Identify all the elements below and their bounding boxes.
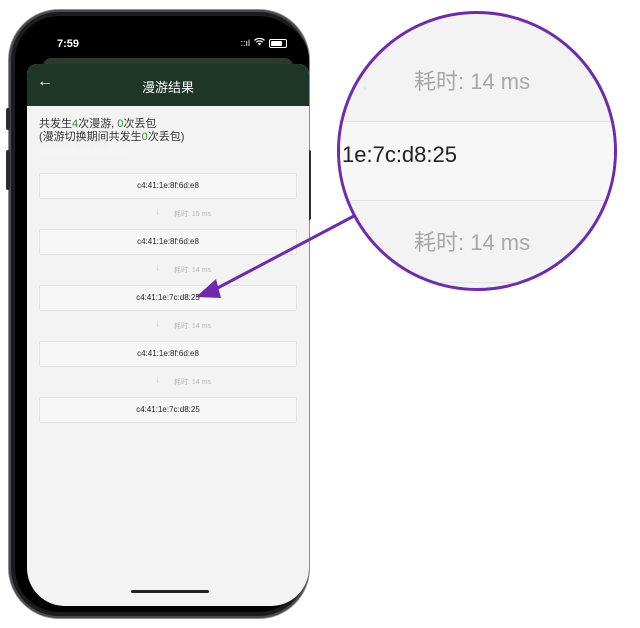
status-icons: ::ıl xyxy=(240,37,287,48)
ap-step: c4:41:1e:8f:6d:e8 xyxy=(39,229,297,255)
app-view: ← 漫游结果 共发生4次漫游, 0次丢包 (漫游切换期间共发生0次丢包) 202… xyxy=(27,64,309,606)
ap-step: c4:41:1e:7c:d8:25 xyxy=(39,397,297,423)
step-transition: ↓ 耗时: 15 ms xyxy=(27,199,309,229)
phone-volume-up xyxy=(6,108,10,130)
down-arrow-icon: ↓ xyxy=(155,373,161,385)
summary-prefix: 共发生 xyxy=(39,118,72,130)
roam-suffix: 次漫游, xyxy=(78,118,115,130)
step-transition: ↓ 耗时: 14 ms xyxy=(27,367,309,397)
page-title: 漫游结果 xyxy=(141,80,194,95)
magnifier-callout: ↓ 耗时: 14 ms 1e:7c:d8:25 ↓ 耗时: 14 ms xyxy=(337,11,617,291)
transition-time: 耗时: 15 ms xyxy=(174,211,211,218)
step-transition: ↓ 耗时: 14 ms xyxy=(27,311,309,341)
step-transition: ↓ 耗时: 14 ms xyxy=(27,255,309,285)
faded-arrow-icon: ↓ xyxy=(360,72,370,94)
battery-icon xyxy=(269,38,287,48)
phone-volume-down xyxy=(6,150,10,190)
divider xyxy=(340,282,614,283)
summary-line-1: 共发生4次漫游, 0次丢包 xyxy=(39,118,297,131)
ap-step: c4:41:1e:8f:6d:e8 xyxy=(39,173,297,199)
down-arrow-icon: ↓ xyxy=(155,317,161,329)
line2-suffix: 次丢包) xyxy=(147,131,185,143)
signal-icon: ::ıl xyxy=(240,38,250,48)
drop-suffix: 次丢包 xyxy=(123,118,157,130)
wifi-icon xyxy=(254,37,265,48)
down-arrow-icon: ↓ xyxy=(155,261,161,273)
transition-time: 耗时: 14 ms xyxy=(174,267,211,274)
roam-summary: 共发生4次漫游, 0次丢包 (漫游切换期间共发生0次丢包) 2020-05-10… xyxy=(27,106,309,159)
line2-prefix: (漫游切换期间共发生 xyxy=(39,131,142,143)
transition-time: 耗时: 14 ms xyxy=(174,379,211,386)
summary-timestamp: 2020-05-10 18:51:50 xyxy=(39,147,132,158)
magnified-time-bottom: 耗时: 14 ms xyxy=(414,230,531,255)
magnified-mac: 1e:7c:d8:25 xyxy=(342,142,457,167)
phone-screen: 7:59 ::ıl ← 漫游结果 共发生4次漫游, 0次丢包 (漫游切换期间共发… xyxy=(27,22,309,606)
home-indicator xyxy=(131,590,209,593)
ap-step: c4:41:1e:7c:d8:25 xyxy=(39,285,297,311)
ap-step: c4:41:1e:8f:6d:e8 xyxy=(39,341,297,367)
summary-line-2: (漫游切换期间共发生0次丢包) xyxy=(39,131,297,144)
faded-arrow-icon: ↓ xyxy=(360,232,370,254)
status-time: 7:59 xyxy=(57,38,80,50)
transition-time: 耗时: 14 ms xyxy=(174,323,211,330)
magnified-time-top: 耗时: 14 ms xyxy=(414,69,531,94)
down-arrow-icon: ↓ xyxy=(155,205,161,217)
navbar: ← 漫游结果 xyxy=(27,64,309,106)
roam-steps: c4:41:1e:8f:6d:e8 ↓ 耗时: 15 ms c4:41:1e:8… xyxy=(27,173,309,423)
